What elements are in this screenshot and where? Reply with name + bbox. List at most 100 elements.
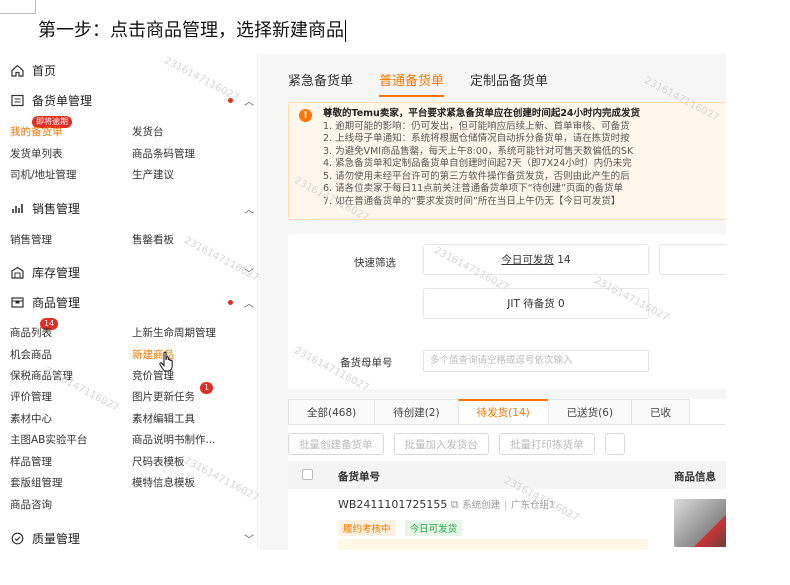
more-action-button[interactable] <box>604 433 625 455</box>
chevron-down-icon[interactable]: ﹀ <box>243 265 255 280</box>
sidebar-item-product-list[interactable]: 商品列表 <box>10 325 52 340</box>
order-type-tabs: 紧急备货单 普通备货单 定制品备货单 <box>288 70 548 97</box>
home-icon <box>10 64 24 78</box>
nav-sales-label: 销售管理 <box>32 202 81 216</box>
notice-line: 6. 请各位卖家于每日11点前关注普通备货单项下“待创建”页面的备货单 <box>323 183 624 194</box>
document-corner-mark <box>0 0 36 14</box>
check-circle-icon <box>10 532 24 546</box>
select-all-checkbox[interactable] <box>302 469 313 480</box>
sidebar-item-ab-test[interactable]: 主图AB实验平台 <box>10 432 87 447</box>
tab-to-create[interactable]: 待创建(2) <box>374 399 459 424</box>
tab-to-ship[interactable]: 待发货(14) <box>457 399 549 424</box>
notice-line: 2. 上线母子单通知：系统将根据仓储情况自动拆分备货单，请在拣货时按 <box>323 133 630 144</box>
nav-product[interactable]: 商品管理 ︿ <box>10 294 255 311</box>
table-header: 备货单号 商品信息 <box>288 461 726 489</box>
sidebar-item-shipping-desk[interactable]: 发货台 <box>132 124 164 139</box>
order-group: 广东仓组1 <box>511 500 556 511</box>
sidebar-item-barcode[interactable]: 商品条码管理 <box>132 146 195 161</box>
sidebar-item-sample[interactable]: 样品管理 <box>10 454 52 469</box>
today-shippable-filter[interactable]: 今日可发货 14 <box>423 244 649 275</box>
text-cursor <box>345 20 346 42</box>
sidebar-item-my-stock-order[interactable]: 我的备货单 <box>10 124 63 139</box>
tab-received[interactable]: 已收 <box>631 399 691 424</box>
bulk-add-desk-button[interactable]: 批量加入发货台 <box>393 433 489 455</box>
parent-order-input[interactable]: 多个值查询请空格或逗号依次输入 <box>423 350 649 372</box>
sidebar-item-material-center[interactable]: 素材中心 <box>10 411 52 426</box>
tab-all[interactable]: 全部(468) <box>288 399 376 424</box>
bulk-actions: 批量创建备货单 批量加入发货台 批量打印拣货单 <box>288 433 625 455</box>
tab-delivered[interactable]: 已送货(6) <box>547 399 633 424</box>
notice-line: 7. 如在普通备货单的“要求发货时间”所在当日上午仍无【今日可发货】 <box>323 195 621 207</box>
today-shippable-count: 14 <box>557 253 571 266</box>
bulk-create-button[interactable]: 批量创建备货单 <box>288 433 384 455</box>
nav-home[interactable]: 首页 <box>10 62 255 79</box>
sidebar-item-material-editor[interactable]: 素材编辑工具 <box>132 411 195 426</box>
sidebar: 首页 备货单管理 ︿ 即将逾期 我的备货单 发货台 发货单列表 商品条码管理 司… <box>0 54 260 550</box>
warehouse-icon <box>10 266 24 280</box>
product-thumbnail[interactable] <box>674 499 726 547</box>
nav-sales[interactable]: 销售管理 ︿ <box>10 200 255 217</box>
sidebar-item-lifecycle[interactable]: 上新生命周期管理 <box>132 325 216 340</box>
nav-quality[interactable]: 质量管理 ﹀ <box>10 530 255 547</box>
notice-heading: 尊敬的Temu卖家，平台要求紧急备货单应在创建时间起24小时内完成发货 <box>323 108 641 119</box>
sidebar-item-driver-address[interactable]: 司机/地址管理 <box>10 167 77 182</box>
order-number: WB2411101725155 <box>338 498 448 511</box>
order-line: WB2411101725155 ⧉ 系统创建 | 广东仓组1 <box>338 498 556 511</box>
nav-stock-order-label: 备货单管理 <box>32 94 93 108</box>
chevron-up-icon[interactable]: ︿ <box>243 201 255 216</box>
bar-chart-icon <box>10 202 24 216</box>
product-box-icon <box>10 296 24 310</box>
instruction-text: 第一步：点击商品管理，选择新建商品 <box>38 20 346 42</box>
sidebar-item-opportunity[interactable]: 机会商品 <box>10 347 52 362</box>
screenshot-frame: 首页 备货单管理 ︿ 即将逾期 我的备货单 发货台 发货单列表 商品条码管理 司… <box>0 54 726 550</box>
sidebar-item-shipment-list[interactable]: 发货单列表 <box>10 146 63 161</box>
nav-inventory[interactable]: 库存管理 ﹀ <box>10 264 255 281</box>
nav-stock-order[interactable]: 备货单管理 ︿ <box>10 92 255 109</box>
sidebar-item-template-group[interactable]: 套版组管理 <box>10 475 63 490</box>
status-badge: 今日可发货 <box>404 520 463 536</box>
filter-option[interactable] <box>659 244 726 275</box>
sidebar-item-bidding[interactable]: 竞价管理 <box>132 368 174 383</box>
nav-home-label: 首页 <box>32 64 57 78</box>
nav-quality-label: 质量管理 <box>32 532 81 546</box>
order-source: 系统创建 <box>462 500 501 511</box>
tab-normal-order[interactable]: 普通备货单 <box>379 70 445 97</box>
tab-urgent-order[interactable]: 紧急备货单 <box>288 70 353 97</box>
row-note-bar <box>338 539 648 550</box>
chevron-up-icon[interactable]: ︿ <box>243 295 255 310</box>
notification-dot <box>228 98 233 103</box>
sidebar-item-inquiry[interactable]: 商品咨询 <box>10 497 52 512</box>
tab-custom-order[interactable]: 定制品备货单 <box>470 70 548 97</box>
sidebar-item-bonded[interactable]: 保税商品管理 <box>10 368 73 383</box>
filter-panel: 快速筛选 今日可发货 14 JIT 待备货 0 备货母单号 多个值查询请空格或逗… <box>288 234 726 389</box>
image-task-badge: 1 <box>200 382 214 394</box>
chevron-down-icon[interactable]: ﹀ <box>243 531 255 546</box>
jit-pending-count: 0 <box>558 297 565 310</box>
sidebar-item-sales-management[interactable]: 销售管理 <box>10 232 52 247</box>
order-tags: 履约考核中 今日可发货 <box>338 517 466 536</box>
sidebar-item-soldout-board[interactable]: 售罄看板 <box>132 232 174 247</box>
sidebar-item-production-advice[interactable]: 生产建议 <box>132 167 174 182</box>
col-product-info: 商品信息 <box>674 471 716 483</box>
chevron-up-icon[interactable]: ︿ <box>243 93 255 108</box>
table-row[interactable]: WB2411101725155 ⧉ 系统创建 | 广东仓组1 履约考核中 今日可… <box>288 489 726 550</box>
order-list-icon <box>10 94 24 108</box>
sidebar-item-size-chart[interactable]: 尺码表模板 <box>132 454 185 469</box>
sidebar-item-model-info[interactable]: 模特信息模板 <box>132 475 195 490</box>
jit-pending-text: JIT 待备货 <box>507 298 555 310</box>
sidebar-item-reviews[interactable]: 评价管理 <box>10 389 52 404</box>
bulk-print-button[interactable]: 批量打印拣货单 <box>499 433 595 455</box>
notice-line: 5. 请勿使用未经平台许可的第三方软件操作备货发货，否则由此产生的后 <box>323 170 630 182</box>
nav-inventory-label: 库存管理 <box>32 266 81 280</box>
today-shippable-text: 今日可发货 <box>501 254 554 266</box>
col-order-no: 备货单号 <box>338 471 380 483</box>
order-list-panel: 全部(468) 待创建(2) 待发货(14) 已送货(6) 已收 批量创建备货单… <box>288 399 726 550</box>
nav-product-label: 商品管理 <box>32 296 81 310</box>
jit-pending-filter[interactable]: JIT 待备货 0 <box>423 288 649 319</box>
copy-icon[interactable]: ⧉ <box>451 498 459 511</box>
sidebar-item-image-update[interactable]: 图片更新任务 <box>132 389 195 404</box>
warning-icon: ! <box>299 109 312 122</box>
status-tabs: 全部(468) 待创建(2) 待发货(14) 已送货(6) 已收 <box>288 399 726 425</box>
notice-line: 1. 逾期可能的影响：仍可发出，但可能响应后续上新、首单审核、可备货 <box>323 120 630 132</box>
sidebar-item-manual-maker[interactable]: 商品说明书制作... <box>132 432 216 447</box>
